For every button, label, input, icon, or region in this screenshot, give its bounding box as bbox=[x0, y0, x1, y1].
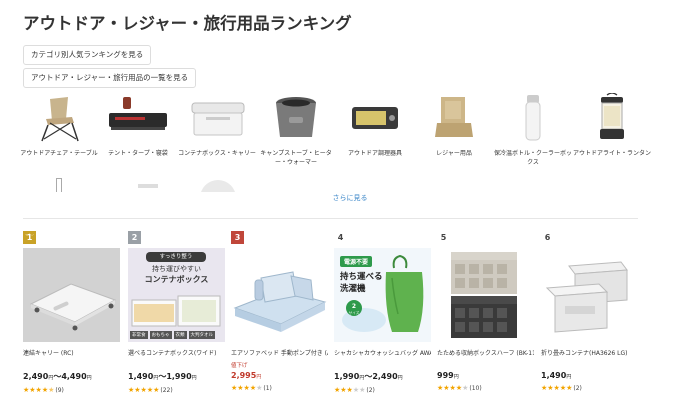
product-name[interactable]: エアソファベッド 手動ポンプ付き (AS-R02) bbox=[231, 348, 328, 357]
stove-icon bbox=[265, 93, 327, 143]
rank-number: 2 bbox=[131, 233, 138, 242]
lantern-icon bbox=[581, 92, 643, 143]
product-image[interactable]: 電源不要 持ち運べる 洗濯機 2 サイズ bbox=[334, 248, 431, 342]
category-item[interactable]: レジャー用品 bbox=[415, 93, 493, 158]
product-name[interactable]: 連結キャリー (RC) bbox=[23, 348, 120, 357]
category-row-partial bbox=[20, 176, 650, 192]
category-item[interactable]: コンテナボックス・キャリー bbox=[178, 93, 256, 158]
price-note bbox=[23, 361, 120, 369]
page-title: アウトドア・レジャー・旅行用品ランキング bbox=[23, 14, 352, 33]
product-price: 999円 bbox=[437, 371, 459, 380]
review-count[interactable]: (10) bbox=[469, 385, 481, 392]
review-count[interactable]: (22) bbox=[160, 387, 172, 394]
review-count[interactable]: (1) bbox=[263, 385, 272, 392]
category-item[interactable]: 保冷温ボトル・クーラーボックス bbox=[494, 93, 572, 167]
image-caption: 2 bbox=[351, 303, 357, 310]
category-partial-thumb bbox=[138, 184, 158, 188]
image-tag: 大判タオル bbox=[188, 331, 215, 339]
product-price: 2,490円～4,490円 bbox=[23, 372, 92, 381]
rank-badge: 5 bbox=[437, 231, 450, 244]
price-note bbox=[437, 361, 534, 369]
category-item[interactable]: キャンプストーブ・ヒーター・ウォーマー bbox=[257, 93, 335, 167]
rank-badge: 1 bbox=[23, 231, 36, 244]
price-drop-label: 値下げ bbox=[231, 363, 248, 369]
product-name[interactable]: 選べるコンテナボックス(ワイド) bbox=[128, 348, 225, 357]
category-label: キャンプストーブ・ヒーター・ウォーマー bbox=[260, 150, 332, 166]
category-label: 保冷温ボトル・クーラーボックス bbox=[494, 150, 573, 166]
category-item[interactable]: テント・タープ・寝袋 bbox=[99, 93, 177, 158]
cooking-gear-icon bbox=[344, 93, 406, 143]
ranking-item[interactable]: 4 電源不要 持ち運べる 洗濯機 2 サイズ シャカシャカウォッシュバッグ AW… bbox=[334, 231, 431, 394]
category-label: レジャー用品 bbox=[436, 150, 472, 157]
product-price: 2,995円 bbox=[231, 371, 262, 380]
price-note bbox=[541, 361, 638, 369]
rank-badge: 6 bbox=[541, 231, 554, 244]
show-more-link[interactable]: さらに見る bbox=[0, 193, 700, 203]
leisure-seat-icon bbox=[423, 93, 485, 143]
image-caption: すっきり整う bbox=[146, 252, 206, 262]
rank-number: 4 bbox=[337, 233, 344, 242]
category-label: アウトドアライト・ランタン bbox=[573, 150, 652, 157]
rating-stars: ★★★★★(1) bbox=[231, 384, 272, 392]
category-item[interactable]: アウトドアライト・ランタン bbox=[573, 92, 652, 158]
review-count[interactable]: (2) bbox=[366, 387, 375, 394]
category-label: アウトドア調理器具 bbox=[347, 150, 402, 157]
category-label: テント・タープ・寝袋 bbox=[108, 150, 168, 157]
product-price: 1,990円～2,490円 bbox=[334, 372, 403, 381]
rank-number: 3 bbox=[234, 233, 241, 242]
category-list: アウトドアチェア・テーブル テント・タープ・寝袋 コンテナボックス・キャリー キ… bbox=[20, 92, 652, 173]
rank-number: 5 bbox=[440, 233, 447, 242]
all-products-link[interactable]: アウトドア・レジャー・旅行用品の一覧を見る bbox=[23, 68, 197, 88]
review-count[interactable]: (2) bbox=[573, 385, 582, 392]
rank-badge: 4 bbox=[334, 231, 347, 244]
rating-stars: ★★★★★(2) bbox=[334, 386, 375, 394]
rating-stars: ★★★★★(10) bbox=[437, 384, 482, 392]
category-item[interactable]: アウトドア調理器具 bbox=[336, 93, 414, 158]
image-tag: 非常食 bbox=[130, 331, 148, 339]
rating-stars: ★★★★★(22) bbox=[128, 386, 173, 394]
product-image[interactable] bbox=[437, 248, 534, 342]
price-note bbox=[128, 361, 225, 369]
product-image[interactable] bbox=[23, 248, 120, 342]
product-price: 1,490円～1,990円 bbox=[128, 372, 197, 381]
ranking-item[interactable]: 5 たためる収納ボックスハーフ (BK-116) 999円 ★★★★★(10) bbox=[437, 231, 534, 392]
rank-number: 6 bbox=[544, 233, 551, 242]
rank-badge: 3 bbox=[231, 231, 244, 244]
category-ranking-link[interactable]: カテゴリ別人気ランキングを見る bbox=[23, 45, 152, 65]
ranking-item[interactable]: 3 エアソファベッド 手動ポンプ付き (AS-R02) 値下げ 2,995円 ★… bbox=[231, 231, 328, 392]
category-label: アウトドアチェア・テーブル bbox=[20, 150, 98, 157]
rank-badge: 2 bbox=[128, 231, 141, 244]
product-image[interactable] bbox=[231, 248, 328, 342]
product-name[interactable]: たためる収納ボックスハーフ (BK-116) bbox=[437, 348, 534, 357]
product-name[interactable]: シャカシャカウォッシュバッグ AWAT bbox=[334, 348, 431, 357]
image-caption: コンテナボックス bbox=[144, 275, 209, 284]
ranking-item[interactable]: 6 折り畳みコンテナ(HA3626 LG) 1,490円 ★★★★★(2) bbox=[541, 231, 638, 392]
product-name[interactable]: 折り畳みコンテナ(HA3626 LG) bbox=[541, 348, 638, 357]
tent-icon bbox=[107, 93, 169, 143]
price-note bbox=[334, 361, 431, 369]
review-count[interactable]: (9) bbox=[55, 387, 64, 394]
product-image[interactable] bbox=[541, 248, 638, 342]
category-partial-thumb bbox=[56, 178, 62, 192]
image-tag: 衣類 bbox=[173, 331, 187, 339]
image-caption: サイズ bbox=[348, 311, 360, 315]
chair-icon bbox=[28, 93, 90, 143]
ranking-item[interactable]: 1 連結キャリー (RC) 2,490円～4,490円 ★★★★★(9) bbox=[23, 231, 120, 394]
bottle-icon bbox=[502, 93, 564, 143]
image-caption: 持ち運びやすい bbox=[152, 265, 201, 273]
rating-stars: ★★★★★(2) bbox=[541, 384, 582, 392]
category-item[interactable]: アウトドアチェア・テーブル bbox=[20, 93, 98, 158]
category-partial-thumb bbox=[200, 180, 236, 192]
rank-number: 1 bbox=[26, 233, 33, 242]
category-label: コンテナボックス・キャリー bbox=[178, 150, 256, 157]
section-divider bbox=[23, 218, 638, 219]
product-image[interactable]: すっきり整う 持ち運びやすい コンテナボックス 非常食 おもちゃ 衣類 大判タオ… bbox=[128, 248, 225, 342]
product-price: 1,490円 bbox=[541, 371, 572, 380]
image-tag: おもちゃ bbox=[149, 331, 172, 339]
rating-stars: ★★★★★(9) bbox=[23, 386, 64, 394]
ranking-item[interactable]: 2 すっきり整う 持ち運びやすい コンテナボックス 非常食 おもちゃ 衣類 大判… bbox=[128, 231, 225, 394]
container-box-icon bbox=[186, 93, 248, 143]
